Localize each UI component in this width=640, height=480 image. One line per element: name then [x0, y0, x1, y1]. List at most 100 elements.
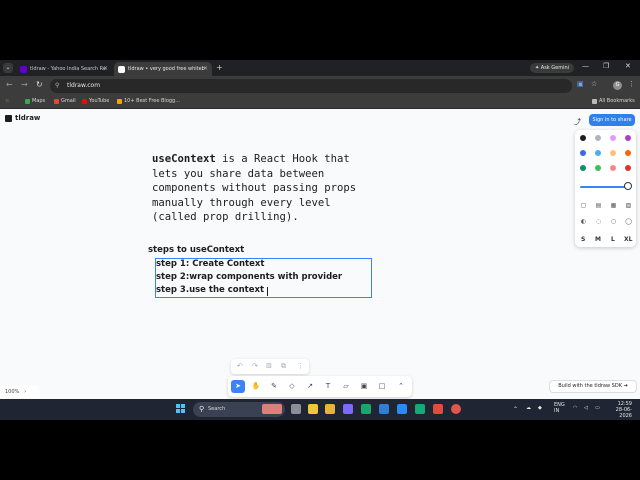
step-2[interactable]: step 2:wrap components with provider: [156, 272, 342, 282]
file-explorer-icon[interactable]: [308, 404, 318, 414]
task-view-icon[interactable]: [291, 404, 301, 414]
color-orange[interactable]: [625, 150, 631, 156]
note-icon[interactable]: ▱: [339, 380, 353, 393]
vscode-icon[interactable]: [379, 404, 389, 414]
app-tray-icon[interactable]: ◆: [538, 405, 542, 411]
ask-gemini-button[interactable]: ✦ Ask Gemini: [530, 63, 575, 73]
sdk-link[interactable]: Build with the tldraw SDK ➔: [549, 380, 637, 393]
zoom-menu[interactable]: 100% ›: [0, 386, 40, 398]
more-actions-icon[interactable]: ⋮: [297, 362, 304, 370]
steps-title[interactable]: steps to useContext: [148, 245, 244, 255]
dash-dashed-icon[interactable]: ◌: [595, 218, 602, 225]
text-icon[interactable]: T: [321, 380, 335, 393]
close-window-button[interactable]: ✕: [625, 62, 631, 70]
edge-icon[interactable]: [361, 404, 371, 414]
bookmark-maps[interactable]: Maps: [25, 98, 45, 104]
fill-none-icon[interactable]: ▢: [580, 202, 587, 209]
url-text[interactable]: tldraw.com: [67, 82, 100, 89]
windows-start-icon[interactable]: [176, 404, 186, 414]
forward-icon[interactable]: →: [21, 80, 28, 89]
size-s[interactable]: S: [581, 236, 585, 243]
install-icon[interactable]: ▣: [577, 80, 584, 88]
text-line: lets you share data between: [152, 167, 325, 180]
rectangle-icon[interactable]: □: [375, 380, 389, 393]
step-3[interactable]: step 3.use the context: [156, 285, 264, 295]
draw-icon[interactable]: ✎: [267, 380, 281, 393]
bookmark-gmail[interactable]: Gmail: [54, 98, 76, 104]
volume-icon[interactable]: ◁: [584, 405, 588, 411]
color-light-violet[interactable]: [610, 135, 616, 141]
menu-icon[interactable]: ⋮: [628, 80, 635, 88]
tab-yahoo[interactable]: tldraw - Yahoo India Search Re ✕: [16, 62, 112, 76]
color-grey[interactable]: [595, 135, 601, 141]
app-icon[interactable]: [415, 404, 425, 414]
fill-pattern-icon[interactable]: ▧: [625, 202, 632, 209]
image-icon[interactable]: ▣: [357, 380, 371, 393]
chrome-alt-icon[interactable]: [325, 404, 335, 414]
edit-bar: ↶ ↷ ▥ ⧉ ⋮: [231, 359, 309, 374]
color-light-blue[interactable]: [595, 150, 601, 156]
tray-overflow-icon[interactable]: ⌃: [513, 406, 518, 413]
dash-draw-icon[interactable]: ◐: [580, 218, 587, 225]
all-bookmarks[interactable]: All Bookmarks: [592, 98, 635, 104]
clock[interactable]: 12:59 28-06-2026: [608, 401, 632, 419]
wifi-icon[interactable]: ◠: [573, 405, 577, 411]
fill-solid-icon[interactable]: ▦: [610, 202, 617, 209]
site-info-icon[interactable]: ⚲: [55, 82, 59, 89]
bookmark-blog[interactable]: 10+ Best Free Blogg...: [117, 98, 180, 104]
color-violet[interactable]: [625, 135, 631, 141]
tldraw-logo[interactable]: tldraw: [5, 114, 40, 122]
reload-icon[interactable]: ↻: [36, 80, 43, 89]
color-light-green[interactable]: [595, 165, 601, 171]
bookmark-star-icon[interactable]: ☆: [591, 80, 597, 88]
profile-avatar[interactable]: G: [613, 81, 622, 90]
opacity-slider[interactable]: [580, 186, 628, 188]
share-icon[interactable]: ⤴: [574, 117, 581, 127]
tab-list-button[interactable]: ⌄: [3, 63, 13, 73]
color-green[interactable]: [580, 165, 586, 171]
close-tab-icon[interactable]: ✕: [203, 65, 208, 72]
color-red[interactable]: [625, 165, 631, 171]
search-highlight-icon[interactable]: [262, 404, 282, 414]
minimize-button[interactable]: —: [582, 62, 589, 70]
cloud-icon[interactable]: ☁: [526, 405, 531, 411]
eraser-icon[interactable]: ◇: [285, 380, 299, 393]
maximize-button[interactable]: ❐: [603, 62, 609, 70]
dash-solid-icon[interactable]: ◯: [625, 218, 632, 225]
app-icon[interactable]: [433, 404, 443, 414]
address-bar[interactable]: ⚲ tldraw.com: [50, 79, 572, 93]
size-l[interactable]: L: [611, 236, 615, 243]
new-tab-button[interactable]: +: [216, 63, 223, 72]
apps-icon[interactable]: ⁙: [5, 98, 9, 104]
arrow-icon[interactable]: ↗: [303, 380, 317, 393]
chrome-icon[interactable]: [451, 404, 461, 414]
fill-semi-icon[interactable]: ▤: [595, 202, 602, 209]
duplicate-icon[interactable]: ⧉: [281, 362, 286, 371]
redo-icon[interactable]: ↷: [252, 362, 258, 370]
step-1[interactable]: step 1: Create Context: [156, 259, 264, 269]
back-icon[interactable]: ←: [6, 80, 13, 89]
store-icon[interactable]: [397, 404, 407, 414]
tab-tldraw[interactable]: tldraw • very good free whiteb ✕: [114, 62, 212, 76]
close-tab-icon[interactable]: ✕: [103, 65, 108, 72]
bookmark-youtube[interactable]: YouTube: [82, 98, 109, 104]
more-tools-icon[interactable]: ⌃: [394, 380, 408, 393]
tldraw-canvas[interactable]: tldraw ⤴ Sign in to share useContext is …: [0, 109, 640, 399]
select-icon[interactable]: ➤: [231, 380, 245, 393]
battery-icon[interactable]: ▭: [595, 405, 600, 411]
language-indicator[interactable]: ENG IN: [554, 402, 565, 414]
text-shape-usecontext[interactable]: useContext is a React Hook that lets you …: [152, 152, 367, 225]
color-yellow[interactable]: [610, 150, 616, 156]
color-black[interactable]: [580, 135, 586, 141]
dash-dotted-icon[interactable]: ○: [610, 218, 617, 225]
color-blue[interactable]: [580, 150, 586, 156]
opacity-handle[interactable]: [624, 182, 632, 190]
size-m[interactable]: M: [595, 236, 601, 243]
color-light-red[interactable]: [610, 165, 616, 171]
teams-icon[interactable]: [343, 404, 353, 414]
undo-icon[interactable]: ↶: [237, 362, 243, 370]
delete-icon[interactable]: ▥: [266, 362, 272, 369]
sign-in-button[interactable]: Sign in to share: [589, 114, 635, 126]
size-xl[interactable]: XL: [624, 236, 632, 243]
hand-icon[interactable]: ✋: [249, 380, 263, 393]
